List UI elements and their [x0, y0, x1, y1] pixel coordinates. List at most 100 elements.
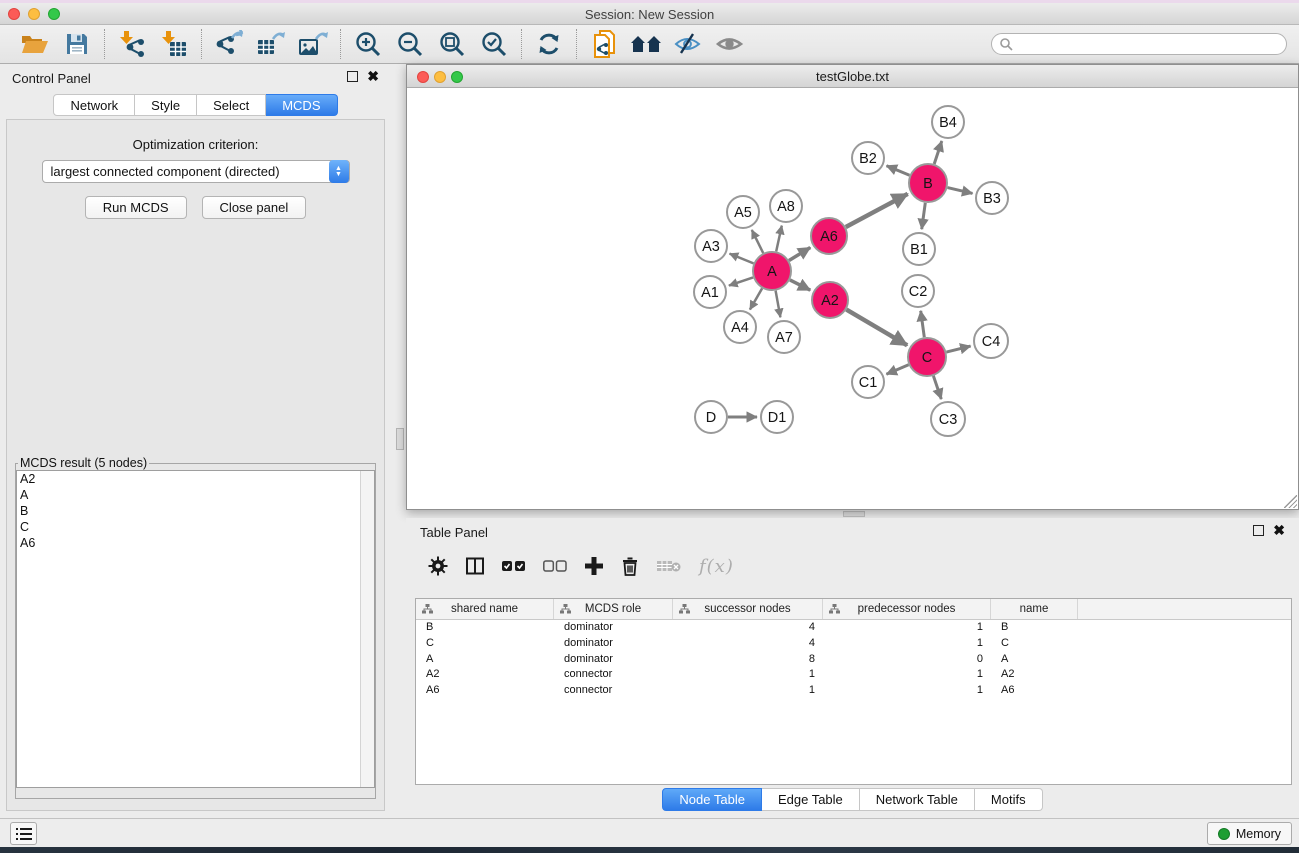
tab-select[interactable]: Select: [197, 94, 266, 116]
select-all-columns-button[interactable]: [502, 560, 526, 572]
table-row[interactable]: A2connector11A2: [416, 667, 1291, 683]
import-network-button[interactable]: [114, 28, 150, 60]
graph-node[interactable]: A2: [812, 282, 848, 318]
run-mcds-button[interactable]: Run MCDS: [85, 196, 187, 219]
graph-node[interactable]: C4: [974, 324, 1008, 358]
graph-node[interactable]: A4: [724, 311, 756, 343]
export-table-button[interactable]: [253, 28, 289, 60]
float-panel-icon[interactable]: [347, 71, 358, 82]
graph-edge[interactable]: [752, 230, 763, 253]
graph-node[interactable]: B4: [932, 106, 964, 138]
close-panel-button[interactable]: Close panel: [202, 196, 307, 219]
graph-edge[interactable]: [946, 346, 970, 352]
table-row[interactable]: Bdominator41B: [416, 620, 1291, 636]
column-header[interactable]: successor nodes: [673, 599, 823, 619]
graph-node[interactable]: B3: [976, 182, 1008, 214]
column-header[interactable]: MCDS role: [554, 599, 673, 619]
task-history-button[interactable]: [10, 822, 37, 845]
zoom-in-button[interactable]: [350, 28, 386, 60]
graph-edge[interactable]: [729, 277, 753, 285]
graph-edge[interactable]: [921, 311, 925, 337]
graph-node[interactable]: C: [908, 338, 946, 376]
mcds-list-scrollbar[interactable]: [360, 471, 374, 787]
houses-button[interactable]: [628, 28, 664, 60]
mcds-result-item[interactable]: A2: [17, 471, 374, 487]
graph-edge[interactable]: [790, 280, 810, 290]
mcds-result-item[interactable]: C: [17, 519, 374, 535]
network-graph[interactable]: AA6A2BCA1A3A4A5A7A8B1B2B3B4C1C2C3C4DD1: [407, 88, 1298, 509]
tab-network-table[interactable]: Network Table: [860, 788, 975, 811]
graph-node[interactable]: D1: [761, 401, 793, 433]
tab-network[interactable]: Network: [53, 94, 135, 116]
table-row[interactable]: A6connector11A6: [416, 683, 1291, 699]
graph-node[interactable]: A6: [811, 218, 847, 254]
tab-style[interactable]: Style: [135, 94, 197, 116]
mcds-result-item[interactable]: A: [17, 487, 374, 503]
save-session-button[interactable]: [59, 28, 95, 60]
tab-edge-table[interactable]: Edge Table: [762, 788, 860, 811]
graph-edge[interactable]: [887, 166, 910, 176]
table-row[interactable]: Cdominator41C: [416, 636, 1291, 652]
tab-mcds[interactable]: MCDS: [266, 94, 337, 116]
function-builder-button[interactable]: f(x): [699, 556, 734, 577]
column-header[interactable]: name: [991, 599, 1078, 619]
graph-node[interactable]: A1: [694, 276, 726, 308]
graph-edge[interactable]: [948, 188, 973, 194]
tab-motifs[interactable]: Motifs: [975, 788, 1043, 811]
export-network-button[interactable]: [211, 28, 247, 60]
graph-edge[interactable]: [846, 194, 908, 227]
mcds-result-list[interactable]: A2ABCA6: [16, 470, 375, 788]
show-details-button[interactable]: [712, 28, 748, 60]
horizontal-pane-divider[interactable]: [843, 511, 865, 517]
graph-edge[interactable]: [776, 226, 782, 252]
graph-node[interactable]: A8: [770, 190, 802, 222]
graph-edge[interactable]: [730, 254, 754, 264]
graph-edge[interactable]: [934, 141, 942, 164]
open-session-button[interactable]: [17, 28, 53, 60]
memory-button[interactable]: Memory: [1207, 822, 1292, 845]
graph-node[interactable]: B2: [852, 142, 884, 174]
show-column-panel-button[interactable]: [465, 556, 485, 576]
delete-column-button[interactable]: [621, 556, 639, 576]
tab-node-table[interactable]: Node Table: [662, 788, 762, 811]
zoom-fit-button[interactable]: [434, 28, 470, 60]
create-column-button[interactable]: [584, 556, 604, 576]
column-header[interactable]: shared name: [416, 599, 554, 619]
close-panel-icon[interactable]: ✖: [367, 71, 379, 82]
network-canvas[interactable]: AA6A2BCA1A3A4A5A7A8B1B2B3B4C1C2C3C4DD1: [407, 88, 1298, 509]
import-table-button[interactable]: [156, 28, 192, 60]
zoom-out-button[interactable]: [392, 28, 428, 60]
float-table-panel-icon[interactable]: [1253, 525, 1264, 536]
graph-node[interactable]: A7: [768, 321, 800, 353]
column-header[interactable]: predecessor nodes: [823, 599, 991, 619]
optimization-criterion-select[interactable]: largest connected component (directed) ▲…: [42, 160, 350, 183]
graph-edge[interactable]: [776, 291, 781, 318]
graph-edge[interactable]: [789, 248, 810, 261]
window-resize-grip[interactable]: [1284, 495, 1297, 508]
export-image-button[interactable]: [295, 28, 331, 60]
close-table-panel-icon[interactable]: ✖: [1273, 525, 1285, 536]
table-row[interactable]: Adominator80A: [416, 652, 1291, 668]
graph-edge[interactable]: [933, 376, 941, 399]
refresh-button[interactable]: [531, 28, 567, 60]
delete-table-button[interactable]: [656, 558, 682, 574]
vertical-pane-divider[interactable]: [396, 428, 404, 450]
graph-node[interactable]: C3: [931, 402, 965, 436]
search-input[interactable]: [1013, 35, 1286, 53]
graph-node[interactable]: A: [753, 252, 791, 290]
mcds-result-item[interactable]: A6: [17, 535, 374, 551]
zoom-selected-button[interactable]: [476, 28, 512, 60]
search-box[interactable]: [991, 33, 1287, 55]
graph-node[interactable]: C1: [852, 366, 884, 398]
graph-edge[interactable]: [750, 288, 762, 309]
graph-edge[interactable]: [886, 365, 908, 374]
graph-edge[interactable]: [922, 203, 926, 229]
table-settings-button[interactable]: [428, 556, 448, 576]
new-network-from-selection-button[interactable]: [586, 28, 622, 60]
graph-node[interactable]: B1: [903, 233, 935, 265]
graph-node[interactable]: A3: [695, 230, 727, 262]
graph-edge[interactable]: [846, 310, 907, 346]
mcds-result-item[interactable]: B: [17, 503, 374, 519]
graph-node[interactable]: B: [909, 164, 947, 202]
hide-details-button[interactable]: [670, 28, 706, 60]
